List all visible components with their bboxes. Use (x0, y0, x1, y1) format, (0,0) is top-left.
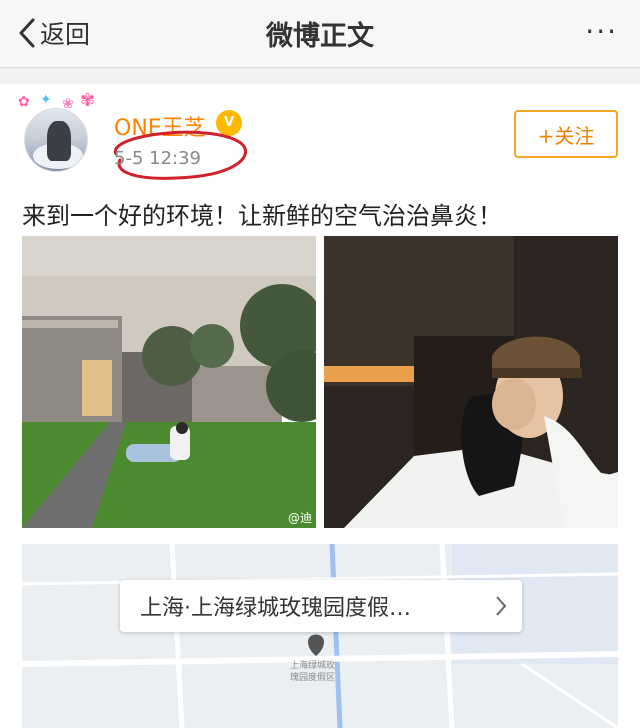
nav-bar: 返回 微博正文 ··· (0, 0, 640, 68)
post-card: ✿ ✦ ❀ ✾ ONE王芝 V 5-5 12:39 +关注 来到一个好的环境！让… (0, 84, 640, 728)
map-label: 瑰园度假区 (290, 673, 336, 683)
location-map[interactable]: 上海绿城玫 瑰园度假区 上海·上海绿城玫瑰园度假… (22, 544, 618, 728)
post-time: 5-5 12:39 (114, 148, 201, 169)
chevron-right-icon (496, 596, 507, 616)
location-bar[interactable]: 上海·上海绿城玫瑰园度假… (120, 580, 522, 632)
avatar[interactable] (24, 108, 88, 172)
photo-watermark: @迪 (288, 511, 312, 525)
sparkle-icon: ✿ (18, 94, 30, 110)
location-label: 上海·上海绿城玫瑰园度假… (140, 596, 411, 621)
page-title: 微博正文 (266, 21, 374, 52)
post-text: 来到一个好的环境！让新鲜的空气治治鼻炎！ (22, 202, 502, 230)
avatar-frame[interactable]: ✿ ✦ ❀ ✾ (18, 90, 98, 174)
post-photo-1[interactable]: @迪 (22, 236, 316, 528)
sparkle-icon: ✦ (40, 92, 52, 108)
butterfly-icon: ✾ (80, 90, 96, 111)
more-icon[interactable]: ··· (585, 18, 618, 46)
follow-button[interactable]: +关注 (514, 110, 618, 158)
post-photo-2[interactable] (324, 236, 618, 528)
